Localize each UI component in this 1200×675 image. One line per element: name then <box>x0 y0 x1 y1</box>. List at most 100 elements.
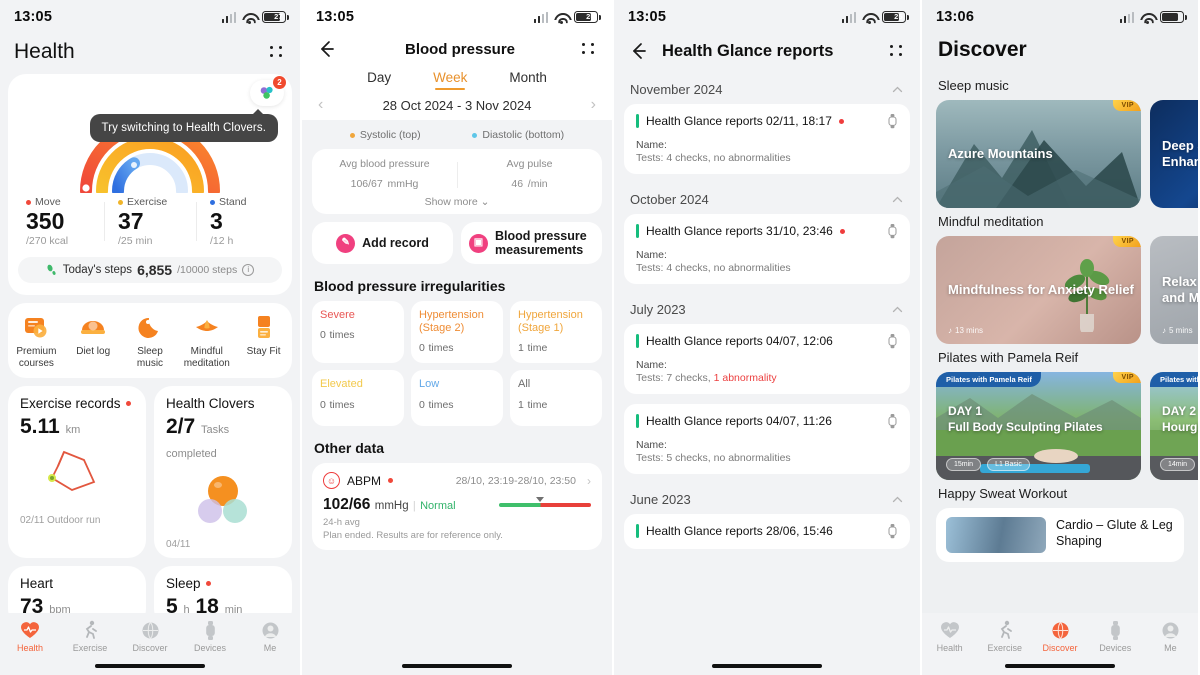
meditation-carousel[interactable]: VIP Mindfulness for Anxiety Relief ♪ 13 … <box>922 236 1198 344</box>
month-group-header[interactable]: October 2024 <box>614 184 920 214</box>
tab-discover[interactable]: Discover <box>120 619 180 653</box>
quick-action-label: Sleep music <box>136 345 164 369</box>
media-card[interactable]: VIP Azure Mountains <box>936 100 1141 208</box>
quick-action-diet-log[interactable]: Diet log <box>65 311 122 370</box>
metric-value: 37 <box>118 208 144 234</box>
health-clovers-card[interactable]: Health Clovers 2/7 Tasks completed 04/11 <box>154 386 292 559</box>
metric-value: 350 <box>26 208 65 234</box>
bp-measurements-button[interactable]: ▣ Blood pressure measurements <box>461 222 602 264</box>
pilates-carousel[interactable]: Pilates with Pamela Reif VIP DAY 1 Full … <box>922 372 1198 480</box>
chevron-up-icon <box>891 83 904 96</box>
back-arrow-icon[interactable] <box>628 40 650 62</box>
month-label: July 2023 <box>630 302 686 317</box>
report-card[interactable]: Health Glance reports 31/10, 23:46 Name:… <box>624 214 910 284</box>
abpm-gauge <box>499 497 591 508</box>
report-card[interactable]: Health Glance reports 28/06, 15:46 <box>624 514 910 549</box>
tab-label: Health <box>936 643 963 653</box>
media-card[interactable]: Pilates with Pamela Reif DAY 2 Hourglass… <box>1150 372 1198 480</box>
media-card[interactable]: Pilates with Pamela Reif VIP DAY 1 Full … <box>936 372 1141 480</box>
duration-chip: 14min <box>1160 458 1196 471</box>
quick-action-premium-courses[interactable]: Premium courses <box>8 311 65 370</box>
other-data-title: Other data <box>314 440 385 457</box>
next-period-icon[interactable]: › <box>591 96 596 114</box>
report-card[interactable]: Health Glance reports 04/07, 12:06 Name:… <box>624 324 910 394</box>
chevron-right-icon[interactable]: › <box>587 474 591 488</box>
irregularity-severe[interactable]: Severe 0 times <box>312 301 404 364</box>
globe-icon <box>120 619 180 641</box>
back-arrow-icon[interactable] <box>316 38 338 60</box>
month-group-header[interactable]: November 2024 <box>614 74 920 104</box>
tab-discover[interactable]: Discover <box>1032 619 1087 653</box>
irregularity-hypertension-stage-1[interactable]: Hypertension (Stage 1) 1 time <box>510 301 602 364</box>
month-label: October 2024 <box>630 192 709 207</box>
workout-list-item[interactable]: Cardio – Glute & Leg Shaping <box>936 508 1184 562</box>
tab-label: Devices <box>193 643 226 653</box>
tab-exercise[interactable]: Exercise <box>60 619 120 653</box>
page-title: Discover <box>938 38 1027 61</box>
today-steps-row[interactable]: Today's steps 6,855 /10000 steps i <box>18 256 282 283</box>
media-card[interactable]: Relax Your Body and Mind ♪ 5 mins <box>1150 236 1198 344</box>
info-icon[interactable]: i <box>242 263 255 276</box>
kebab-menu-icon[interactable] <box>582 41 598 57</box>
person-icon <box>240 619 300 641</box>
abpm-card[interactable]: ☺ ABPM 28/10, 23:19-28/10, 23:50 › 102/6… <box>312 463 602 551</box>
card-title: Exercise records <box>20 396 134 411</box>
abpm-reading-row: 102/66 mmHg | Normal <box>323 496 591 514</box>
quick-action-sleep-music[interactable]: Sleep music <box>122 311 179 370</box>
report-top: Health Glance reports 04/07, 12:06 <box>636 333 898 349</box>
tab-label: Exercise <box>987 643 1023 653</box>
date-range-label: 28 Oct 2024 - 3 Nov 2024 <box>382 97 532 113</box>
metric-exercise[interactable]: Exercise 37 /25 min <box>104 196 196 247</box>
irregularity-all[interactable]: All 1 time <box>510 370 602 427</box>
irregularity-hypertension-stage-2[interactable]: Hypertension (Stage 2) 0 times <box>411 301 503 364</box>
kebab-menu-icon[interactable] <box>270 44 286 60</box>
clover-tooltip[interactable]: Try switching to Health Clovers. <box>89 109 278 142</box>
route-map-art <box>20 439 134 513</box>
tab-exercise[interactable]: Exercise <box>977 619 1032 653</box>
quick-action-stay-fit[interactable]: Stay Fit <box>235 311 292 370</box>
report-card[interactable]: Health Glance reports 04/07, 11:26 Name:… <box>624 404 910 474</box>
activity-rings-card: 2 Try switching to Health Clovers. Move … <box>8 74 292 295</box>
report-top: Health Glance reports 28/06, 15:46 <box>636 523 898 539</box>
segment-week[interactable]: Week <box>433 70 467 90</box>
wifi-icon <box>242 12 256 24</box>
irregularity-elevated[interactable]: Elevated 0 times <box>312 370 404 427</box>
tab-me[interactable]: Me <box>240 619 300 653</box>
status-time: 13:05 <box>628 9 667 25</box>
add-record-button[interactable]: ✎ Add record <box>312 222 453 264</box>
unread-dot <box>205 581 211 587</box>
irregularity-low[interactable]: Low 0 times <box>411 370 503 427</box>
show-more-button[interactable]: Show more ⌄ <box>312 196 602 208</box>
watch-icon <box>887 333 898 349</box>
watch-icon <box>1088 619 1143 641</box>
tab-health[interactable]: Health <box>0 619 60 653</box>
sleep-music-carousel[interactable]: VIP Azure Mountains Deep Sleep Enhanceme… <box>922 100 1198 208</box>
month-group-header[interactable]: June 2023 <box>614 484 920 514</box>
quick-action-mindful-meditation[interactable]: Mindful meditation <box>178 311 235 370</box>
unread-dot <box>838 118 844 124</box>
health-clovers-button[interactable]: 2 <box>250 76 286 106</box>
tab-health[interactable]: Health <box>922 619 977 653</box>
segment-month[interactable]: Month <box>509 70 547 90</box>
tab-devices[interactable]: Devices <box>1088 619 1143 653</box>
irregularity-count: 1 time <box>518 398 548 411</box>
kebab-menu-icon[interactable] <box>890 43 906 59</box>
exercise-records-card[interactable]: Exercise records 5.11 km 02/11 Outdoor r… <box>8 386 146 559</box>
media-card[interactable]: VIP Mindfulness for Anxiety Relief ♪ 13 … <box>936 236 1141 344</box>
media-title: DAY 2 Hourglass Figure <box>1162 404 1198 434</box>
runner-icon <box>60 619 120 641</box>
media-card[interactable]: Deep Sleep Enhancement <box>1150 100 1198 208</box>
panel-health-glance-reports: 13:05 25 Health Glance reports November … <box>612 0 920 675</box>
segment-day[interactable]: Day <box>367 70 391 90</box>
duration-chip: 15min <box>946 458 982 471</box>
tab-me[interactable]: Me <box>1143 619 1198 653</box>
tab-devices[interactable]: Devices <box>180 619 240 653</box>
steps-goal: /10000 steps <box>177 263 238 276</box>
metric-move[interactable]: Move 350 /270 kcal <box>12 196 104 247</box>
tab-label: Discover <box>1042 643 1078 653</box>
metric-stand[interactable]: Stand 3 /12 h <box>196 196 288 247</box>
report-title: Health Glance reports 04/07, 11:26 <box>646 414 832 428</box>
report-card[interactable]: Health Glance reports 02/11, 18:17 Name:… <box>624 104 910 174</box>
watch-icon <box>887 113 898 129</box>
month-group-header[interactable]: July 2023 <box>614 294 920 324</box>
